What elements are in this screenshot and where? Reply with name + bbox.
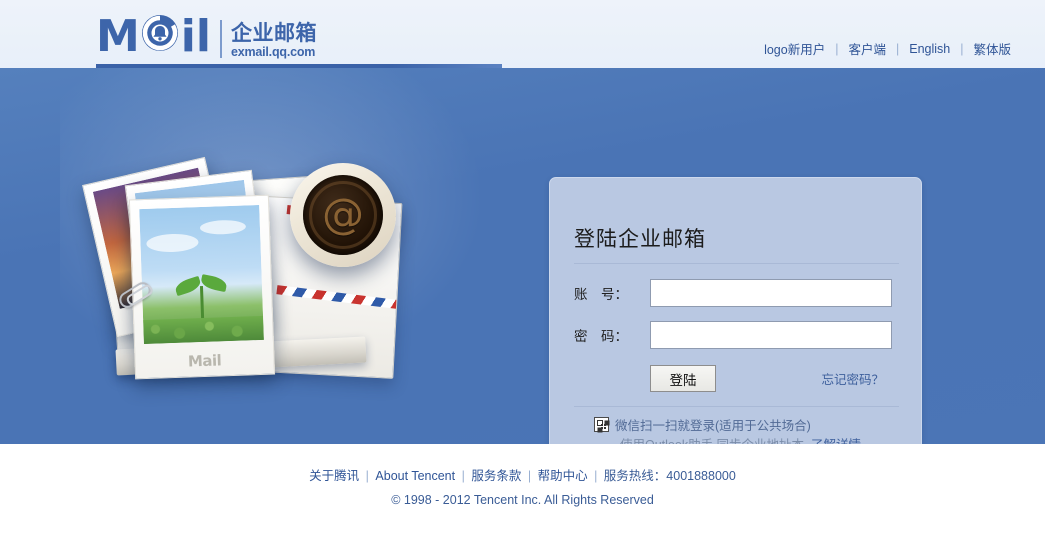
footer-links: 关于腾讯 | About Tencent | 服务条款 | 帮助中心 | 服务热…	[0, 465, 1045, 487]
footer-copyright: © 1998 - 2012 Tencent Inc. All Rights Re…	[391, 493, 654, 507]
airmail-stripe	[276, 285, 403, 310]
page-header: M il 企业邮箱 exmail.qq.com logo新用户 | 客户端 | …	[0, 0, 1045, 68]
top-navigation: logo新用户 | 客户端 | English | 繁体版	[762, 39, 1013, 58]
logo-chinese-block: 企业邮箱 exmail.qq.com	[231, 22, 317, 60]
footer-separator: |	[461, 469, 465, 483]
password-field-row: 密 码：	[574, 321, 892, 349]
account-label: 账 号：	[574, 287, 628, 302]
nav-link-client[interactable]: 客户端	[846, 39, 888, 58]
page-footer: 关于腾讯 | About Tencent | 服务条款 | 帮助中心 | 服务热…	[0, 444, 1045, 548]
footer-link-about-tencent-en[interactable]: About Tencent	[375, 469, 455, 483]
login-title: 登陆企业邮箱	[574, 228, 706, 251]
footer-link-help-center[interactable]: 帮助中心	[538, 469, 588, 483]
wechat-qr-row[interactable]: 微信扫一扫就登录(适用于公共场合)	[594, 415, 811, 434]
logo-cn-title: 企业邮箱	[230, 22, 317, 45]
footer-hotline: 服务热线：4001888000	[603, 469, 736, 483]
footer-separator: |	[527, 469, 532, 483]
panel-divider-bottom	[574, 406, 899, 407]
tip-text: 使用Outlook助手,同步企业地址本.	[620, 438, 808, 444]
nav-link-english[interactable]: English	[907, 42, 952, 56]
mail-wordmark: M il	[96, 13, 211, 60]
logo-at-circle-icon	[140, 13, 180, 60]
login-action-row: 登陆 忘记密码？	[650, 365, 902, 392]
nav-link-traditional[interactable]: 繁体版	[971, 39, 1013, 58]
forgot-password-link[interactable]: 忘记密码？	[821, 369, 884, 388]
nav-separator: |	[960, 41, 964, 56]
polaroid-caption: Mail	[187, 351, 222, 371]
wechat-qr-label: 微信扫一扫就登录(适用于公共场合)	[615, 419, 811, 433]
footer-separator: |	[594, 469, 598, 483]
list-item: 使用Outlook助手,同步企业地址本. 了解详情	[620, 436, 861, 444]
login-submit-button[interactable]: 登陆	[650, 365, 716, 392]
logo-letter-m: M	[96, 10, 140, 62]
nav-separator: |	[895, 41, 900, 56]
hero-section: Mail @ 登陆企业邮箱 账 号： 密 码： 登陆 忘记密码？ 微信扫一扫就登…	[0, 68, 1045, 444]
logo-letters-il: il	[180, 10, 211, 62]
tip-detail-link[interactable]: 了解详情	[811, 438, 861, 444]
mail-illustration: Mail @	[82, 156, 430, 413]
qr-code-icon[interactable]	[594, 417, 609, 432]
site-logo[interactable]: M il 企业邮箱 exmail.qq.com	[96, 13, 317, 60]
footer-link-about-tencent-cn[interactable]: 关于腾讯	[309, 469, 359, 483]
nav-link-new-user[interactable]: logo新用户	[762, 39, 827, 58]
footer-link-terms[interactable]: 服务条款	[471, 469, 521, 483]
logo-divider	[219, 20, 222, 58]
panel-divider-top	[574, 263, 899, 264]
nav-separator: |	[835, 41, 839, 56]
account-field-row: 账 号：	[574, 279, 892, 307]
password-label: 密 码：	[574, 329, 628, 344]
coffee-cup-icon: @	[290, 163, 396, 267]
logo-cn-domain: exmail.qq.com	[230, 45, 316, 59]
footer-separator: |	[365, 469, 369, 483]
tips-list: 使用Outlook助手,同步企业地址本. 了解详情 使用Outlook助手,同步…	[604, 436, 861, 444]
password-input[interactable]	[650, 321, 892, 349]
login-panel: 登陆企业邮箱 账 号： 密 码： 登陆 忘记密码？ 微信扫一扫就登录(适用于公共…	[549, 177, 922, 444]
account-input[interactable]	[650, 279, 892, 307]
